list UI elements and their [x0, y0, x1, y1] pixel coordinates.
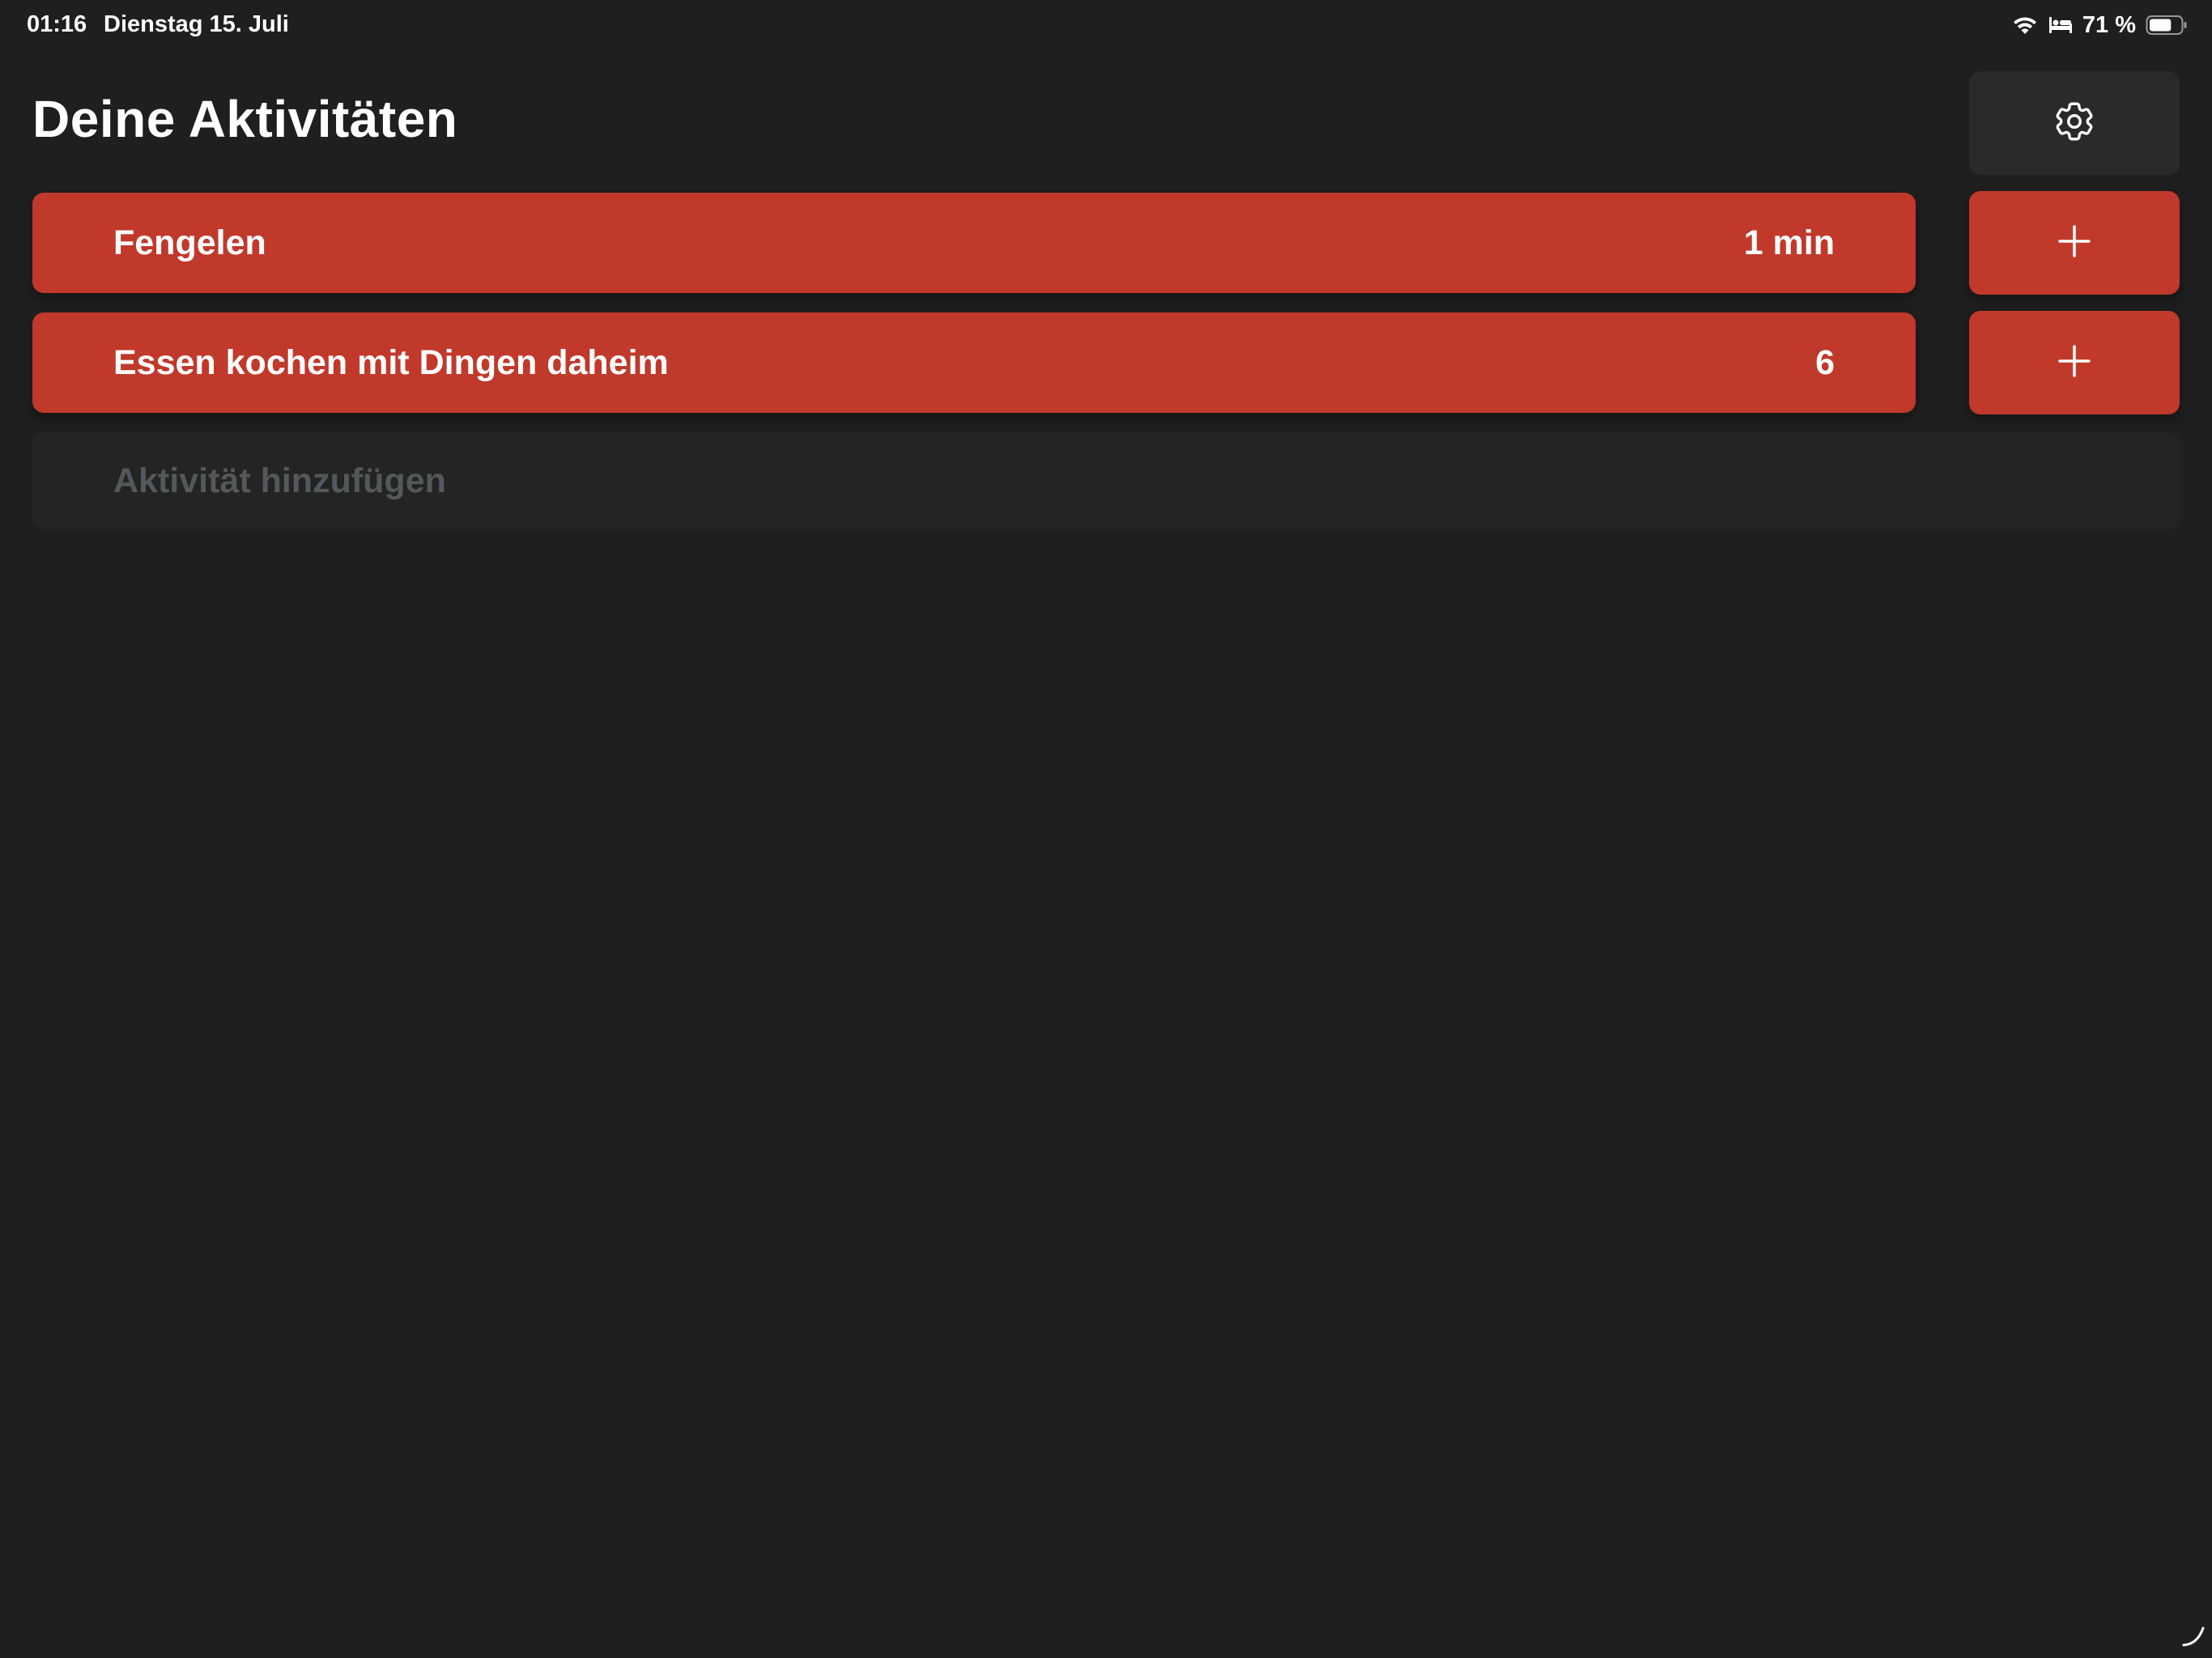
page-title: Deine Aktivitäten — [32, 90, 458, 148]
activity-value: 6 — [1815, 343, 1835, 382]
battery-percent: 71 % — [2082, 11, 2136, 38]
settings-button[interactable] — [1969, 71, 2180, 175]
add-time-button-essen-kochen[interactable] — [1969, 311, 2180, 414]
activity-name: Fengelen — [113, 223, 266, 262]
plus-icon — [2057, 343, 2092, 383]
plus-icon — [2057, 223, 2092, 263]
activity-bar-essen-kochen[interactable]: Essen kochen mit Dingen daheim 6 — [32, 312, 1916, 413]
sleep-bed-icon — [2048, 15, 2073, 35]
add-activity-input[interactable] — [32, 432, 2180, 529]
battery-icon — [2146, 15, 2188, 36]
status-date: Dienstag 15. Juli — [104, 11, 289, 37]
status-bar: 01:16 Dienstag 15. Juli 71 % — [0, 0, 2212, 52]
activity-name: Essen kochen mit Dingen daheim — [113, 343, 669, 382]
activity-value: 1 min — [1743, 223, 1835, 262]
corner-handle-icon — [2181, 1623, 2206, 1652]
activity-bar-fengelen[interactable]: Fengelen 1 min — [32, 193, 1916, 293]
status-time: 01:16 — [27, 11, 87, 37]
gear-icon — [2051, 98, 2098, 149]
wifi-icon — [2011, 15, 2039, 36]
add-time-button-fengelen[interactable] — [1969, 191, 2180, 295]
add-activity-field[interactable] — [32, 432, 2180, 529]
status-indicators: 71 % — [2011, 11, 2188, 39]
